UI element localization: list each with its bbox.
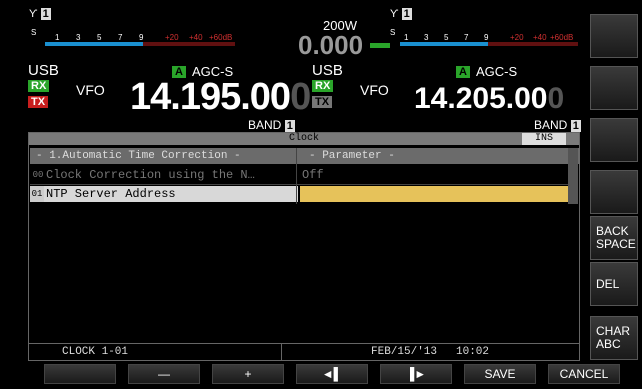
char-abc-button[interactable]: CHAR ABC xyxy=(590,316,638,360)
menu-header-row: - 1.Automatic Time Correction - - Parame… xyxy=(30,148,580,164)
bottom-key-f1[interactable] xyxy=(44,364,116,384)
column-divider xyxy=(296,148,297,204)
left-smeter-scale: S 1 3 5 7 9 +20 +40 +60dB xyxy=(31,28,233,42)
row-value: Off xyxy=(302,168,324,182)
antenna-icon: Ƴ xyxy=(29,8,38,20)
side-key-4[interactable] xyxy=(590,170,638,214)
row-label: Clock Correction using the N… xyxy=(46,168,255,182)
left-smeter-bar xyxy=(45,42,143,46)
right-antenna: Ƴ 1 xyxy=(390,8,412,20)
row-value-editing[interactable] xyxy=(300,186,570,202)
left-vfo: VFO xyxy=(76,82,105,98)
right-smeter-scale: S 1 3 5 7 9 +20 +40 +60dB xyxy=(390,28,574,42)
side-key-3[interactable] xyxy=(590,118,638,162)
right-band: BAND 1 xyxy=(534,118,581,132)
split-indicator xyxy=(370,43,390,48)
left-mode: USB xyxy=(28,62,59,79)
side-key-1[interactable] xyxy=(590,14,638,58)
row-number: 00 xyxy=(32,170,44,180)
left-rx-tag: RX xyxy=(28,80,50,92)
column-header-parameter: - Parameter - xyxy=(309,150,395,162)
save-button[interactable]: SAVE xyxy=(464,364,536,384)
cursor-left-button[interactable]: ◄▌ xyxy=(296,364,368,384)
left-tx-tag: TX xyxy=(28,96,49,108)
menu-row-selected[interactable]: 01 NTP Server Address xyxy=(30,185,580,203)
right-vfo: VFO xyxy=(360,82,389,98)
antenna-icon: Ƴ xyxy=(390,8,399,20)
right-tx-tag: TX xyxy=(312,96,333,108)
row-number: 01 xyxy=(30,186,44,202)
minus-button[interactable]: — xyxy=(128,364,200,384)
center-frequency: 0.000 xyxy=(298,30,364,60)
left-band: BAND 1 xyxy=(248,118,295,132)
side-key-2[interactable] xyxy=(590,66,638,110)
cancel-button[interactable]: CANCEL xyxy=(548,364,620,384)
right-rx-tag: RX xyxy=(312,80,334,92)
plus-button[interactable]: + xyxy=(212,364,284,384)
right-smeter-bar xyxy=(400,42,488,46)
column-header-item: - 1.Automatic Time Correction - xyxy=(36,150,241,162)
right-mode: USB xyxy=(312,62,343,79)
ins-indicator: INS xyxy=(522,133,566,145)
right-agc: AGC-S xyxy=(476,64,518,79)
menu-row[interactable]: 00 Clock Correction using the N… Off xyxy=(30,166,580,184)
right-frequency: 14.205.000 xyxy=(414,82,565,115)
right-agc-tag: A xyxy=(456,66,470,78)
date: FEB/15/'13 xyxy=(371,346,438,358)
cursor-right-button[interactable]: ▐► xyxy=(380,364,452,384)
left-antenna: Ƴ 1 xyxy=(29,8,51,20)
row-label: NTP Server Address xyxy=(44,186,298,202)
left-frequency: 14.195.000 xyxy=(130,76,311,118)
status-bar: CLOCK 1-01 FEB/15/'13 10:02 xyxy=(29,343,579,361)
time: 10:02 xyxy=(456,346,490,358)
row-divider xyxy=(30,184,568,185)
menu-id: CLOCK 1-01 xyxy=(62,346,129,358)
scrollbar-track[interactable] xyxy=(568,148,578,204)
left-smeter-bar-over xyxy=(143,42,235,46)
menu-title: Clock xyxy=(29,133,579,145)
right-smeter-bar-over xyxy=(488,42,578,46)
backspace-button[interactable]: BACK SPACE xyxy=(590,216,638,260)
delete-button[interactable]: DEL xyxy=(590,262,638,306)
status-divider xyxy=(281,344,282,361)
